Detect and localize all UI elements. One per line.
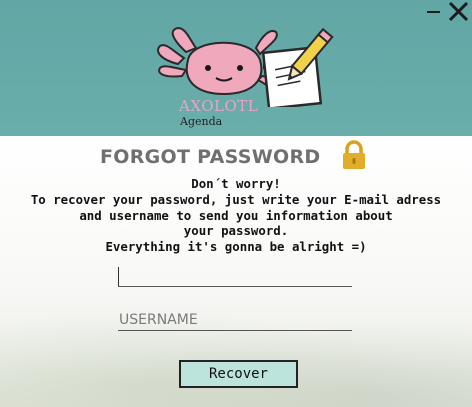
lock-icon	[341, 140, 367, 170]
brand-subtitle: Agenda	[180, 115, 223, 128]
message-line: your password.	[183, 223, 289, 238]
message-line: Everything it's gonna be alright =)	[105, 239, 367, 254]
email-underline	[118, 286, 352, 287]
username-placeholder: USERNAME	[119, 312, 198, 328]
message-line: Don´t worry!	[191, 176, 281, 191]
email-field[interactable]	[118, 267, 352, 287]
brand-name: AXOLOTL	[179, 97, 259, 115]
message-line: To recover your password, just write you…	[30, 192, 442, 207]
username-field[interactable]: USERNAME	[118, 311, 352, 331]
page-title: FORGOT PASSWORD	[100, 146, 321, 168]
username-underline	[118, 330, 352, 331]
recover-button[interactable]: Recover	[179, 360, 298, 388]
minimize-icon[interactable]	[427, 2, 441, 16]
text-caret	[118, 267, 119, 286]
message-line: and username to send you information abo…	[79, 208, 393, 223]
close-icon[interactable]	[447, 0, 471, 24]
